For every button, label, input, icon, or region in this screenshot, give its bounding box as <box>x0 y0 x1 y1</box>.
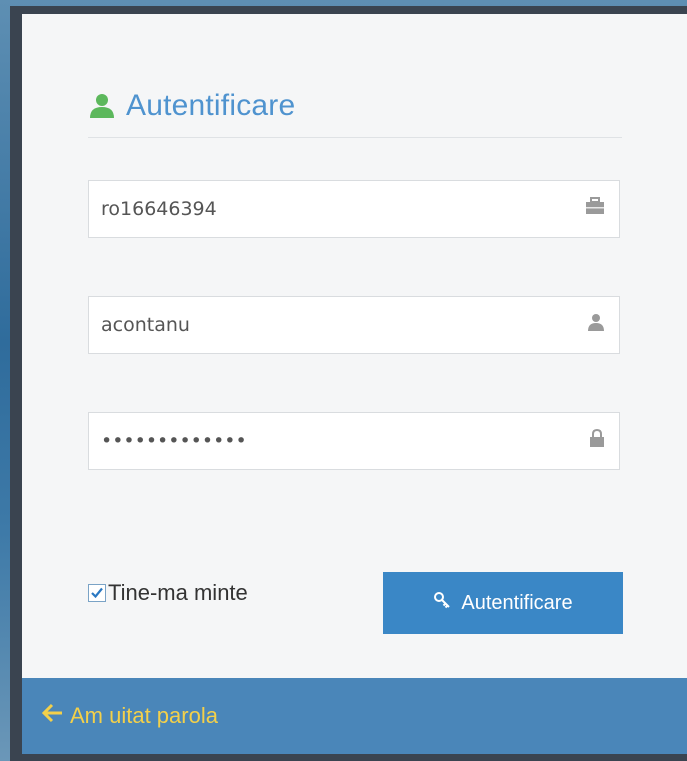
footer-bar: Am uitat parola <box>22 678 687 754</box>
company-field[interactable] <box>88 180 620 238</box>
lock-icon <box>589 428 605 452</box>
page-title: Autentificare <box>126 89 296 122</box>
divider <box>88 137 622 138</box>
arrow-left-icon <box>41 703 64 729</box>
login-button-label: Autentificare <box>461 591 573 614</box>
username-field[interactable] <box>88 296 620 354</box>
remember-me[interactable]: Tine-ma minte <box>88 580 248 606</box>
forgot-password-label: Am uitat parola <box>70 703 218 728</box>
password-input[interactable] <box>101 413 571 469</box>
login-heading: Autentificare <box>88 86 295 126</box>
login-button[interactable]: Autentificare <box>383 572 623 634</box>
password-field[interactable] <box>88 412 620 470</box>
username-input[interactable] <box>101 297 571 353</box>
remember-label: Tine-ma minte <box>108 580 248 605</box>
user-icon <box>88 92 116 120</box>
company-input[interactable] <box>101 181 571 237</box>
key-icon <box>433 591 451 615</box>
user-icon <box>587 313 605 336</box>
remember-checkbox[interactable] <box>88 584 106 602</box>
briefcase-icon <box>585 197 605 220</box>
forgot-password-link[interactable]: Am uitat parola <box>41 703 218 729</box>
